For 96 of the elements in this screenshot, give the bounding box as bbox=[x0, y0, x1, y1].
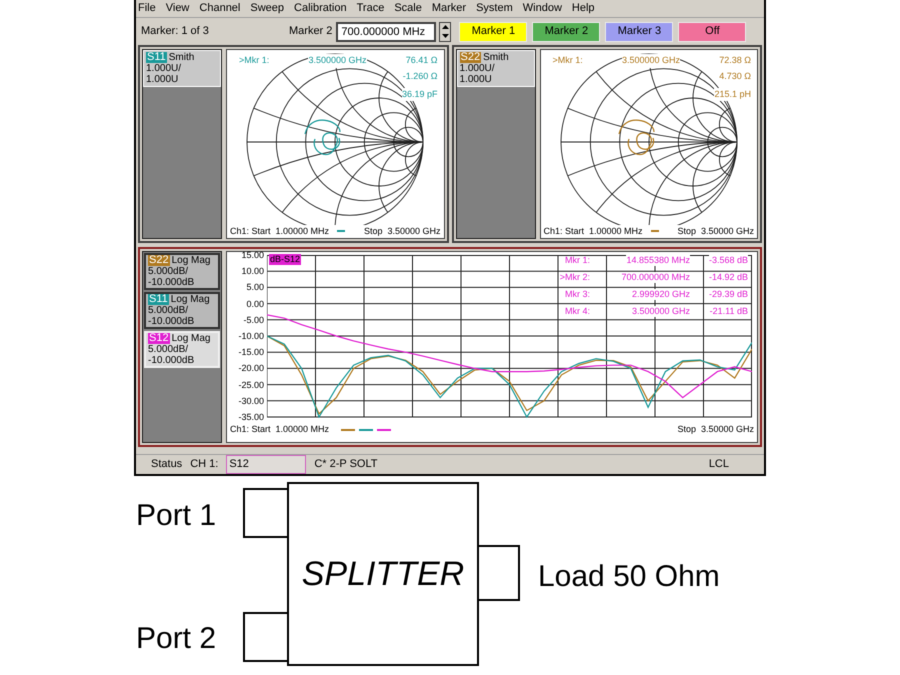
reference-value: 1.000U bbox=[146, 74, 180, 85]
trace-legend-icon bbox=[650, 230, 659, 232]
trace-selector[interactable]: S12 Log Mag 5.000dB/ -10.000dB bbox=[144, 331, 220, 368]
sweep-start: Ch1: Start 1.00000 MHz bbox=[544, 224, 643, 238]
trace-legend-icon bbox=[341, 428, 356, 431]
axis-tick-label: 5.00 bbox=[246, 282, 264, 292]
axis-tick-label: -25.00 bbox=[238, 380, 264, 390]
sweep-stop: Stop 3.50000 GHz bbox=[364, 224, 440, 238]
channel-label: CH 1: bbox=[190, 457, 218, 472]
marker-frequency: 700.000000 MHz bbox=[621, 272, 690, 283]
axis-tick-label: 0.00 bbox=[246, 298, 264, 309]
marker-reading: -29.39 dB bbox=[708, 289, 748, 300]
trace-name: S12 bbox=[148, 333, 170, 344]
marker-value-field[interactable]: 700.000000 MHz bbox=[336, 22, 436, 42]
axis-tick-label: 15.00 bbox=[241, 250, 264, 260]
axis-tick-label: -10.00 bbox=[238, 331, 264, 341]
sweep-stop: Stop 3.50000 GHz bbox=[677, 423, 754, 436]
menu-item[interactable]: Help bbox=[572, 0, 595, 17]
sweep-start: Ch1: Start 1.00000 MHz bbox=[230, 224, 330, 238]
marker-reading: 76.41 Ω bbox=[406, 54, 438, 67]
trace-legend-icon bbox=[377, 428, 392, 431]
down-arrow-icon bbox=[442, 34, 449, 38]
axis-tick-label: -5.00 bbox=[243, 314, 264, 325]
axis-tick-label: 10.00 bbox=[241, 266, 264, 276]
sweep-stop: Stop 3.50000 GHz bbox=[677, 224, 754, 238]
menu-item[interactable]: Scale bbox=[394, 0, 422, 17]
marker-button[interactable]: Marker 2 bbox=[532, 22, 600, 42]
marker-frequency: 14.855380 MHz bbox=[626, 255, 690, 266]
marker-button[interactable]: Off bbox=[678, 22, 746, 42]
trace-format: Smith bbox=[483, 52, 509, 63]
marker-status: Marker: 1 of 3 bbox=[141, 24, 210, 40]
load-label: Load 50 Ohm bbox=[538, 559, 720, 595]
menu-item[interactable]: File bbox=[138, 0, 156, 17]
trace-name: S22 bbox=[148, 255, 170, 266]
trace-format: Log Mag bbox=[172, 333, 210, 344]
menu-item[interactable]: System bbox=[476, 0, 513, 17]
menu-item[interactable]: Sweep bbox=[250, 0, 284, 17]
block-label: SPLITTER bbox=[302, 554, 464, 594]
marker-reading: -14.92 dB bbox=[708, 272, 748, 283]
menu-item[interactable]: Window bbox=[522, 0, 562, 17]
marker-reading: 36.19 pF bbox=[402, 88, 438, 101]
marker-label: Mkr 3: bbox=[564, 289, 590, 300]
trace-tag: dB-S12 bbox=[269, 254, 302, 265]
marker-button[interactable]: Marker 3 bbox=[605, 22, 674, 42]
trace-name: S22 bbox=[460, 52, 482, 63]
port-label: Port 2 bbox=[136, 621, 216, 657]
marker-reading: -3.568 dB bbox=[708, 255, 748, 266]
scale-value: 5.000dB/ bbox=[148, 344, 190, 355]
marker-reading: 72.38 Ω bbox=[719, 54, 751, 67]
marker-frequency: 2.999920 GHz bbox=[632, 289, 690, 300]
reference-value: -10.000dB bbox=[148, 355, 196, 366]
calibration-status: C* 2-P SOLT bbox=[314, 457, 378, 472]
marker-frequency: 3.500000 GHz bbox=[632, 306, 690, 317]
active-trace-field: S12 bbox=[226, 455, 306, 474]
port-label: Port 1 bbox=[136, 498, 216, 534]
marker-button[interactable]: Marker 1 bbox=[459, 22, 528, 42]
marker-frequency: 3.500000 GHz bbox=[308, 54, 367, 68]
trace-legend-icon bbox=[359, 428, 374, 431]
marker-frequency: 3.500000 GHz bbox=[622, 54, 680, 68]
trace-legend-icon bbox=[337, 230, 346, 232]
menu-item[interactable]: Marker bbox=[432, 0, 466, 17]
status-label: Status bbox=[151, 457, 182, 472]
spinner-control[interactable] bbox=[439, 22, 452, 42]
marker-label: Mkr 4: bbox=[564, 306, 590, 317]
axis-tick-label: -30.00 bbox=[238, 396, 264, 406]
up-arrow-icon bbox=[442, 25, 449, 29]
axis-tick-label: -15.00 bbox=[238, 347, 264, 358]
marker-label: Mkr 1: bbox=[564, 255, 590, 266]
reference-value: 1.000U bbox=[460, 74, 493, 85]
scale-value: 5.000dB/ bbox=[148, 266, 190, 277]
menu-item[interactable]: Trace bbox=[356, 0, 384, 17]
trace-format: Log Mag bbox=[170, 294, 210, 305]
mode-indicator: LCL bbox=[708, 457, 729, 472]
menu-item[interactable]: Channel bbox=[199, 0, 240, 17]
marker-reading: 215.1 pH bbox=[714, 88, 751, 101]
reference-value: -10.000dB bbox=[148, 316, 196, 327]
menu-item[interactable]: View bbox=[166, 0, 190, 17]
axis-tick-label: -35.00 bbox=[238, 412, 264, 422]
marker-label: >Mkr 1: bbox=[239, 54, 270, 67]
axis-tick-label: -20.00 bbox=[238, 363, 264, 374]
scale-value: 1.000U/ bbox=[460, 63, 496, 74]
menu-item[interactable]: Calibration bbox=[294, 0, 347, 17]
scale-value: 1.000U/ bbox=[146, 63, 182, 74]
trace-name: S11 bbox=[146, 52, 167, 63]
marker-label: >Mkr 1: bbox=[552, 54, 583, 67]
marker-reading: -21.11 dB bbox=[710, 306, 748, 317]
trace-name: S11 bbox=[148, 294, 169, 305]
reference-value: -10.000dB bbox=[148, 277, 196, 288]
trace-format: Log Mag bbox=[172, 255, 210, 266]
field-label: Marker 2 bbox=[289, 24, 332, 40]
sweep-start: Ch1: Start 1.00000 MHz bbox=[230, 423, 330, 436]
trace-selector[interactable]: S22 Log Mag 5.000dB/ -10.000dB bbox=[144, 253, 220, 290]
marker-label: >Mkr 2: bbox=[558, 272, 590, 283]
scale-value: 5.000dB/ bbox=[148, 305, 190, 316]
trace-format: Smith bbox=[168, 52, 194, 63]
trace-selector[interactable]: S11 Log Mag 5.000dB/ -10.000dB bbox=[144, 292, 220, 329]
